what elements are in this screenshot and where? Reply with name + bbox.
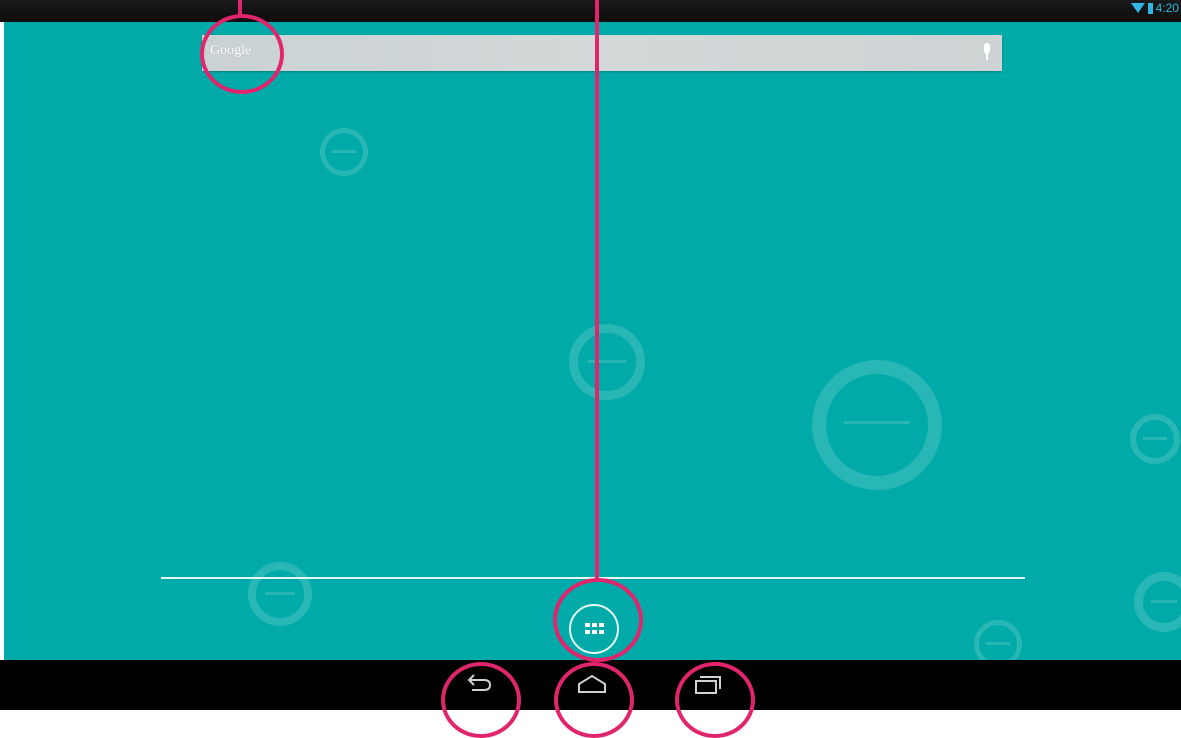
wallpaper-logo-icon <box>974 620 1022 660</box>
wallpaper-logo-icon <box>1130 414 1180 464</box>
annotation-circle-back <box>441 662 521 738</box>
home-screen[interactable]: Google <box>4 22 1181 660</box>
annotation-circle-recents <box>675 662 755 738</box>
wallpaper-logo-icon <box>569 324 645 400</box>
status-clock: 4:20 <box>1155 1 1179 15</box>
annotation-circle-apps <box>553 578 643 662</box>
status-bar: 4:20 <box>0 0 1181 22</box>
wallpaper-logo-icon <box>320 128 368 176</box>
wallpaper-logo-icon <box>812 360 942 490</box>
annotation-line <box>595 0 599 580</box>
microphone-icon[interactable] <box>982 43 992 63</box>
wallpaper-logo-icon <box>248 562 312 626</box>
wifi-icon <box>1130 3 1145 13</box>
status-indicators: 4:20 <box>1130 1 1179 15</box>
annotation-circle-home <box>554 662 634 738</box>
battery-icon <box>1147 2 1153 14</box>
annotation-circle-google <box>200 14 284 94</box>
google-search-bar[interactable]: Google <box>202 35 1002 71</box>
wallpaper-logo-icon <box>1134 572 1181 632</box>
